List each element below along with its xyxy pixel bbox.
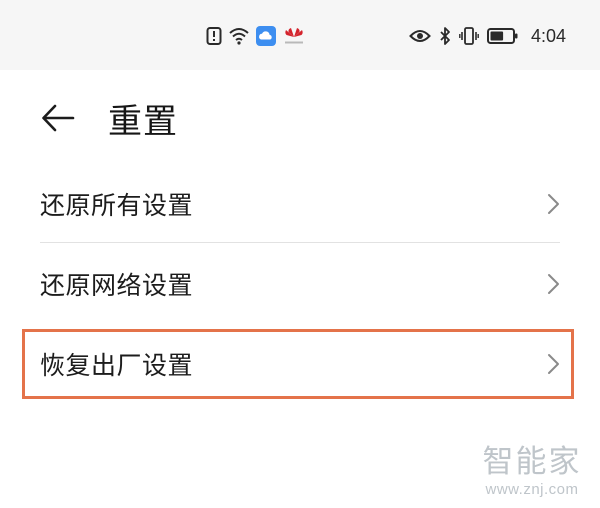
chevron-right-icon <box>546 272 562 296</box>
wifi-icon <box>228 27 250 45</box>
vibrate-icon <box>459 26 479 46</box>
bluetooth-icon <box>439 26 451 46</box>
huawei-logo-icon <box>282 26 306 46</box>
eye-comfort-icon <box>409 28 431 44</box>
watermark: 智能家 www.znj.com <box>474 445 590 498</box>
notification-alert-icon <box>206 26 222 46</box>
arrow-left-icon <box>41 104 75 132</box>
factory-reset-item[interactable]: 恢复出厂设置 <box>24 326 576 402</box>
back-button[interactable] <box>34 98 82 138</box>
menu-item-label: 恢复出厂设置 <box>40 351 194 380</box>
list-divider <box>40 242 560 243</box>
chevron-right-icon <box>546 192 562 216</box>
status-right-icons: 4:04 <box>409 24 566 48</box>
watermark-brand: 智能家 <box>482 444 582 480</box>
menu-item-label: 还原网络设置 <box>40 271 194 300</box>
watermark-url: www.znj.com <box>485 481 579 498</box>
page-title: 重置 <box>108 102 178 142</box>
reset-network-settings-item[interactable]: 还原网络设置 <box>24 246 576 322</box>
page-header: 重置 <box>0 70 600 166</box>
menu-item-label: 还原所有设置 <box>40 191 194 220</box>
status-time: 4:04 <box>530 25 566 46</box>
cloud-app-icon <box>256 26 276 46</box>
status-bar: 4:04 <box>0 0 600 70</box>
status-left-icons <box>206 24 306 48</box>
battery-icon <box>486 27 519 45</box>
chevron-right-icon <box>546 352 562 376</box>
reset-all-settings-item[interactable]: 还原所有设置 <box>24 166 576 242</box>
